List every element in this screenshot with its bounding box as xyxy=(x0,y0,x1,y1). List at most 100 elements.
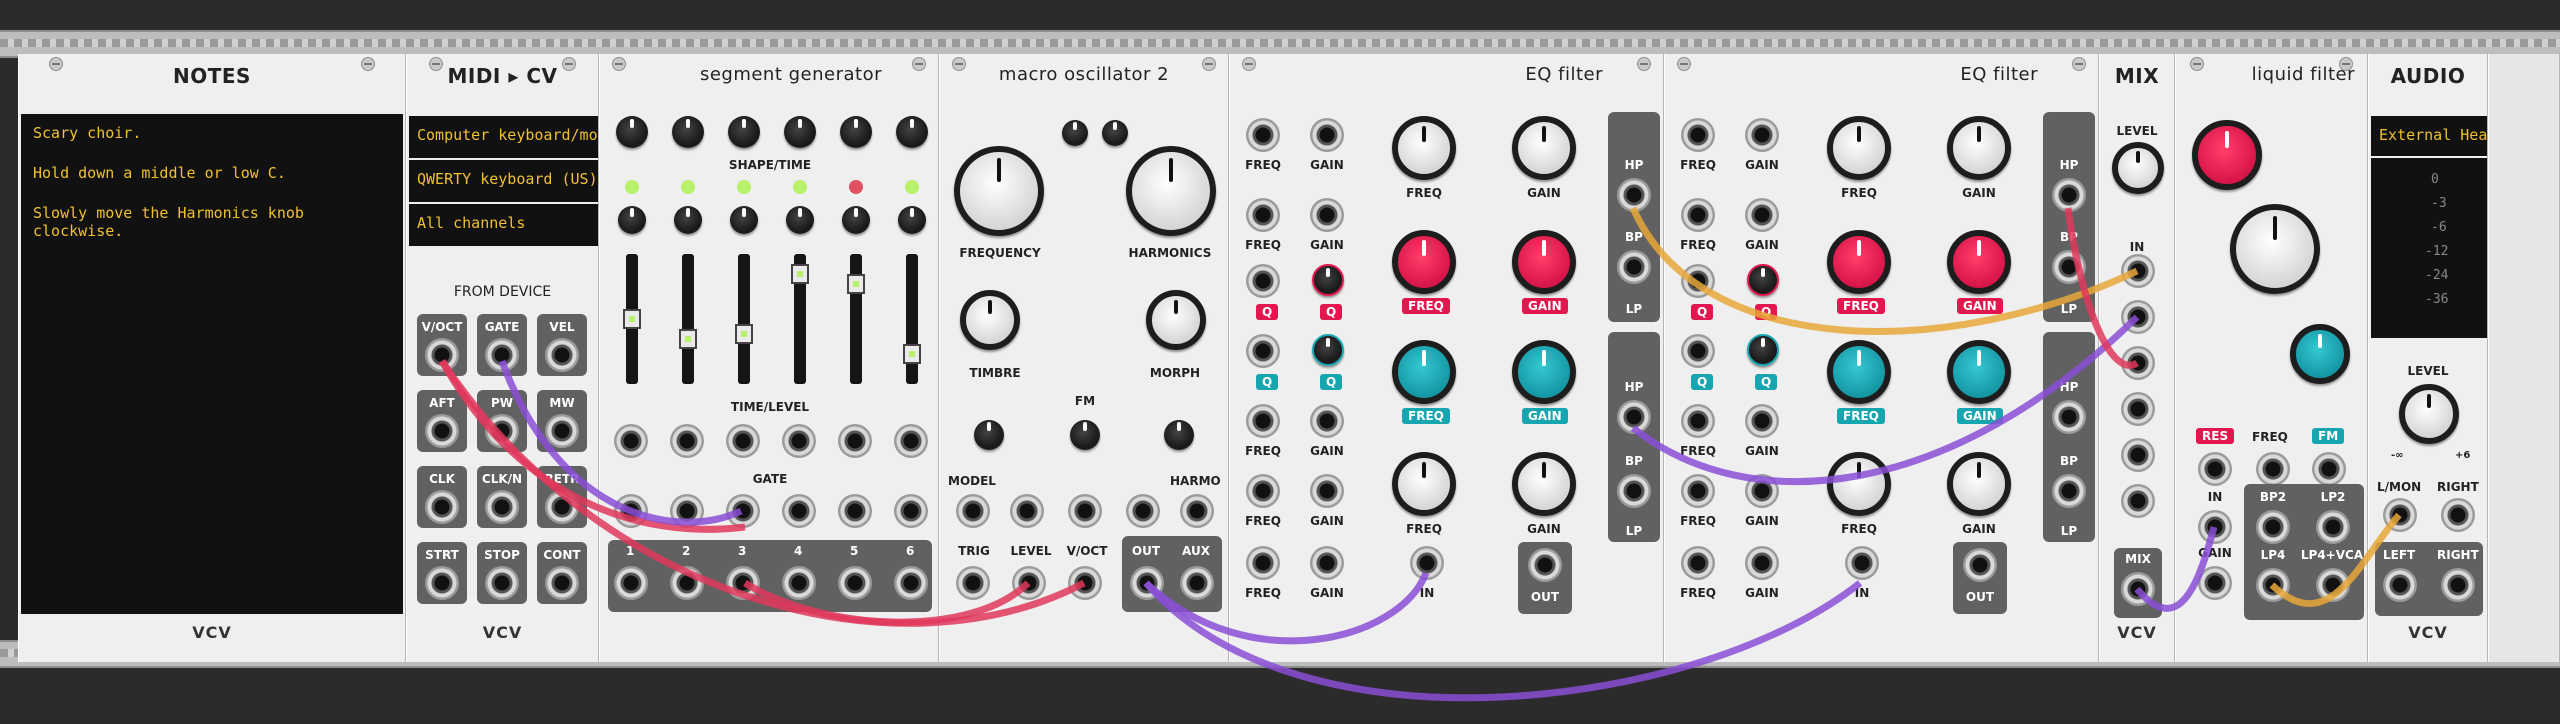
left-output-jack[interactable] xyxy=(2383,568,2417,602)
shape-knob-6[interactable] xyxy=(896,116,928,148)
voct-output-jack[interactable] xyxy=(425,338,459,372)
type-button-1[interactable] xyxy=(618,206,646,234)
continue-output-jack[interactable] xyxy=(545,566,579,600)
gate-input-jack-1[interactable] xyxy=(614,494,648,528)
audio-input-jack[interactable] xyxy=(1845,546,1879,580)
fm-amount-knob[interactable] xyxy=(2290,324,2350,384)
high-mid-gain-knob[interactable] xyxy=(1947,340,2011,404)
aftertouch-output-jack[interactable] xyxy=(425,414,459,448)
time-level-input-jack-5[interactable] xyxy=(838,424,872,458)
level-input-jack[interactable] xyxy=(1012,566,1046,600)
shape-knob-2[interactable] xyxy=(672,116,704,148)
resonance-knob[interactable] xyxy=(2192,120,2262,190)
output-level-knob[interactable] xyxy=(2399,384,2459,444)
type-button-6[interactable] xyxy=(898,206,926,234)
type-button-5[interactable] xyxy=(842,206,870,234)
level-slider-6[interactable] xyxy=(903,254,921,384)
freq-cv-jack[interactable] xyxy=(1246,118,1280,152)
mid-gain-knob[interactable] xyxy=(1947,230,2011,294)
hp-output-jack[interactable] xyxy=(1617,178,1651,212)
low-freq-knob[interactable] xyxy=(1827,116,1891,180)
fm-attenuverter[interactable] xyxy=(1070,420,1100,450)
gain-cv-jack[interactable] xyxy=(1745,404,1779,438)
gain-cv-jack[interactable] xyxy=(2198,566,2232,600)
morph-attenuverter[interactable] xyxy=(1164,420,1194,450)
timbre-attenuverter[interactable] xyxy=(974,420,1004,450)
time-level-input-jack-3[interactable] xyxy=(726,424,760,458)
mix-level-knob[interactable] xyxy=(2112,142,2164,194)
high-freq-knob[interactable] xyxy=(1827,452,1891,516)
model-select-button[interactable] xyxy=(1062,120,1088,146)
type-button-4[interactable] xyxy=(786,206,814,234)
type-button-2[interactable] xyxy=(674,206,702,234)
fm-cv-jack[interactable] xyxy=(2312,452,2346,486)
low-gain-knob[interactable] xyxy=(1947,116,2011,180)
level-slider-2[interactable] xyxy=(679,254,697,384)
mix-input-jack-1[interactable] xyxy=(2121,254,2155,288)
lp2-output-jack[interactable] xyxy=(2316,510,2350,544)
timbre-cv-input-jack[interactable] xyxy=(1010,494,1044,528)
segment-output-jack-6[interactable] xyxy=(894,566,928,600)
mix-output-jack[interactable] xyxy=(2121,572,2155,606)
time-level-input-jack-2[interactable] xyxy=(670,424,704,458)
freq-cv-jack[interactable] xyxy=(1681,474,1715,508)
mix-input-jack-6[interactable] xyxy=(2121,484,2155,518)
mix-input-jack-2[interactable] xyxy=(2121,300,2155,334)
low-freq-knob[interactable] xyxy=(1392,116,1456,180)
bp-output-jack[interactable] xyxy=(1617,474,1651,508)
mix-input-jack-4[interactable] xyxy=(2121,392,2155,426)
segment-output-jack-2[interactable] xyxy=(670,566,704,600)
gate-input-jack-2[interactable] xyxy=(670,494,704,528)
morph-cv-input-jack[interactable] xyxy=(1126,494,1160,528)
gate-input-jack-3[interactable] xyxy=(726,494,760,528)
frequency-knob[interactable] xyxy=(954,146,1044,236)
stop-output-jack[interactable] xyxy=(485,566,519,600)
shape-knob-3[interactable] xyxy=(728,116,760,148)
hp-output-jack[interactable] xyxy=(2052,178,2086,212)
model-select-button[interactable] xyxy=(1102,120,1128,146)
start-output-jack[interactable] xyxy=(425,566,459,600)
left-mono-input-jack[interactable] xyxy=(2383,498,2417,532)
modwheel-output-jack[interactable] xyxy=(545,414,579,448)
high-freq-knob[interactable] xyxy=(1392,452,1456,516)
fm-cv-input-jack[interactable] xyxy=(1068,494,1102,528)
freq-cv-jack[interactable] xyxy=(1681,198,1715,232)
gate-input-jack-4[interactable] xyxy=(782,494,816,528)
audio-output-jack[interactable] xyxy=(1963,548,1997,582)
low-gain-knob[interactable] xyxy=(1512,116,1576,180)
audio-device-select[interactable]: External Hea xyxy=(2371,116,2487,156)
time-level-input-jack-1[interactable] xyxy=(614,424,648,458)
midi-channel-select[interactable]: All channels xyxy=(409,204,598,246)
mid-freq-knob[interactable] xyxy=(1392,230,1456,294)
gain-cv-jack[interactable] xyxy=(1310,404,1344,438)
gate-output-jack[interactable] xyxy=(485,338,519,372)
clock-output-jack[interactable] xyxy=(425,490,459,524)
freq-cv-jack[interactable] xyxy=(2256,452,2290,486)
high-mid-gain-knob[interactable] xyxy=(1512,340,1576,404)
mid-gain-knob[interactable] xyxy=(1512,230,1576,294)
segment-output-jack-3[interactable] xyxy=(726,566,760,600)
trigger-input-jack[interactable] xyxy=(956,566,990,600)
gain-cv-jack[interactable] xyxy=(1745,546,1779,580)
gain-cv-jack[interactable] xyxy=(1310,546,1344,580)
shape-knob-4[interactable] xyxy=(784,116,816,148)
shape-knob-5[interactable] xyxy=(840,116,872,148)
q-cv-jack[interactable] xyxy=(1246,264,1280,298)
bp2-output-jack[interactable] xyxy=(2256,510,2290,544)
gate-input-jack-6[interactable] xyxy=(894,494,928,528)
hp-output-jack[interactable] xyxy=(1617,400,1651,434)
retrigger-output-jack[interactable] xyxy=(545,490,579,524)
freq-cv-jack[interactable] xyxy=(1246,198,1280,232)
shape-knob-1[interactable] xyxy=(616,116,648,148)
type-button-3[interactable] xyxy=(730,206,758,234)
freq-cv-jack[interactable] xyxy=(1681,546,1715,580)
time-level-input-jack-6[interactable] xyxy=(894,424,928,458)
audio-output-jack[interactable] xyxy=(1528,548,1562,582)
gain-cv-jack[interactable] xyxy=(1310,198,1344,232)
high-mid-freq-knob[interactable] xyxy=(1392,340,1456,404)
high-gain-knob[interactable] xyxy=(1512,452,1576,516)
mid-freq-knob[interactable] xyxy=(1827,230,1891,294)
pitchwheel-output-jack[interactable] xyxy=(485,414,519,448)
high-gain-knob[interactable] xyxy=(1947,452,2011,516)
clock-div-output-jack[interactable] xyxy=(485,490,519,524)
